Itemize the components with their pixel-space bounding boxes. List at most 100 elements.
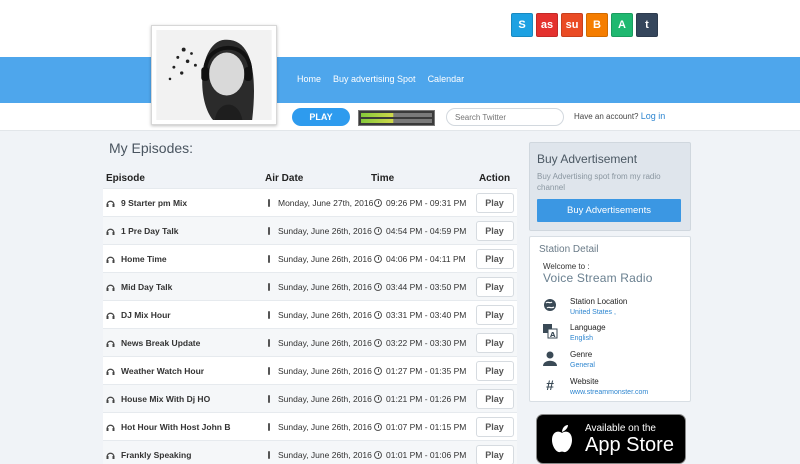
clock-icon (374, 394, 382, 403)
episode-play-button[interactable]: Play (475, 416, 514, 437)
episode-name: Frankly Speaking (121, 449, 192, 460)
location-label: Station Location (570, 297, 628, 306)
vine-icon[interactable]: A (611, 13, 633, 37)
col-air-date: Air Date (265, 172, 304, 184)
table-row: 9 Starter pm Mix Monday, June 27th, 2016 0… (103, 188, 517, 216)
station-genre: Genre General (542, 350, 595, 371)
table-row: Mid Day Talk Sunday, June 26th, 2016 03:44… (103, 272, 517, 300)
episode-time: 03:31 PM - 03:40 PM (386, 309, 467, 320)
date-cell: Sunday, June 26th, 2016 (235, 338, 372, 348)
clock-icon (374, 422, 382, 431)
location-value: United States , (570, 309, 616, 316)
app-store-badge[interactable]: Available on the App Store (536, 414, 686, 464)
clock-icon (374, 338, 382, 347)
episode-name: News Break Update (121, 337, 201, 348)
episodes-title: My Episodes: (109, 140, 194, 156)
action-cell: Play (472, 360, 517, 381)
episode-cell: Weather Watch Hour (103, 366, 235, 376)
episode-time: 01:01 PM - 01:06 PM (386, 449, 467, 460)
table-row: DJ Mix Hour Sunday, June 26th, 2016 03:31 … (103, 300, 517, 328)
action-cell: Play (472, 220, 517, 241)
time-cell: 03:44 PM - 03:50 PM (371, 282, 472, 292)
episode-play-button[interactable]: Play (475, 332, 514, 353)
lastfm-icon[interactable]: as (536, 13, 558, 37)
time-cell: 01:01 PM - 01:06 PM (371, 450, 472, 460)
stumbleupon-icon[interactable]: su (561, 13, 583, 37)
action-cell: Play (472, 248, 517, 269)
episode-name: DJ Mix Hour (121, 309, 171, 320)
headphones-icon (106, 452, 115, 459)
episode-play-button[interactable]: Play (475, 276, 514, 297)
action-cell: Play (472, 416, 517, 437)
buy-advertisements-button[interactable]: Buy Advertisements (537, 199, 681, 222)
episodes-table: Episode Air Date Time Action 9 Starter p… (103, 168, 517, 464)
table-row: News Break Update Sunday, June 26th, 2016… (103, 328, 517, 356)
skype-icon[interactable]: S (511, 13, 533, 37)
ad-title: Buy Advertisement (537, 152, 638, 166)
apple-icon (552, 425, 572, 453)
play-button[interactable]: PLAY (292, 108, 350, 126)
nav-home[interactable]: Home (297, 74, 321, 84)
headphones-icon (106, 200, 115, 207)
episode-name: 1 Pre Day Talk (121, 225, 179, 236)
episode-play-button[interactable]: Play (475, 444, 514, 464)
episode-name: Home Time (121, 253, 167, 264)
episode-play-button[interactable]: Play (475, 304, 514, 325)
episode-cell: 1 Pre Day Talk (103, 226, 235, 236)
episode-cell: 9 Starter pm Mix (103, 198, 235, 208)
genre-value: General (570, 362, 595, 369)
episode-cell: News Break Update (103, 338, 235, 348)
episode-cell: Home Time (103, 254, 235, 264)
volume-meter[interactable] (358, 110, 435, 126)
nav-calendar[interactable]: Calendar (428, 74, 465, 84)
headphones-icon (106, 256, 115, 263)
episode-date: Sunday, June 26th, 2016 (278, 225, 372, 236)
twitter-search-input[interactable] (446, 108, 564, 126)
language-icon: A (542, 323, 558, 339)
tumblr-icon[interactable]: t (636, 13, 658, 37)
episode-name: Weather Watch Hour (121, 365, 205, 376)
episode-play-button[interactable]: Play (475, 220, 514, 241)
episode-play-button[interactable]: Play (475, 192, 514, 213)
language-value: English (570, 335, 593, 342)
episode-date: Sunday, June 26th, 2016 (278, 309, 372, 320)
blogger-icon[interactable]: B (586, 13, 608, 37)
account-text: Have an account? (574, 112, 639, 121)
col-action: Action (478, 172, 511, 184)
episode-cell: Hot Hour With Host John B (103, 422, 235, 432)
clock-icon (374, 310, 382, 319)
social-links: Sas su B At (511, 13, 658, 37)
calendar-icon (268, 310, 270, 319)
episode-name: House Mix With Dj HO (121, 393, 211, 404)
episode-date: Sunday, June 26th, 2016 (278, 253, 372, 264)
col-time: Time (371, 172, 395, 184)
time-cell: 04:06 PM - 04:11 PM (371, 254, 472, 264)
episode-cell: DJ Mix Hour (103, 310, 235, 320)
action-cell: Play (472, 192, 517, 213)
nav-buy-advertising[interactable]: Buy advertising Spot (333, 74, 416, 84)
clock-icon (374, 450, 382, 459)
date-cell: Sunday, June 26th, 2016 (235, 225, 372, 236)
calendar-icon (268, 198, 270, 207)
headphones-icon (106, 228, 115, 235)
headphones-icon (106, 396, 115, 403)
episode-play-button[interactable]: Play (475, 388, 514, 409)
station-heading: Station Detail (539, 244, 599, 255)
episode-date: Sunday, June 26th, 2016 (278, 421, 372, 432)
date-cell: Sunday, June 26th, 2016 (235, 282, 372, 292)
time-cell: 01:07 PM - 01:15 PM (371, 422, 472, 432)
calendar-icon (268, 450, 270, 459)
episode-name: Hot Hour With Host John B (121, 421, 231, 432)
app-store-small-text: Available on the (585, 422, 656, 434)
login-link[interactable]: Log in (641, 111, 666, 121)
episode-time: 01:21 PM - 01:26 PM (386, 393, 467, 404)
episode-date: Sunday, June 26th, 2016 (278, 365, 372, 376)
episode-play-button[interactable]: Play (475, 248, 514, 269)
website-link[interactable]: www.streammonster.com (570, 387, 648, 398)
episode-play-button[interactable]: Play (475, 360, 514, 381)
episode-date: Monday, June 27th, 2016 (278, 197, 374, 208)
table-row: Hot Hour With Host John B Sunday, June 26… (103, 412, 517, 440)
headphones-icon (106, 424, 115, 431)
episode-date: Sunday, June 26th, 2016 (278, 393, 372, 404)
ad-description: Buy Advertising spot from my radio chann… (537, 172, 661, 192)
